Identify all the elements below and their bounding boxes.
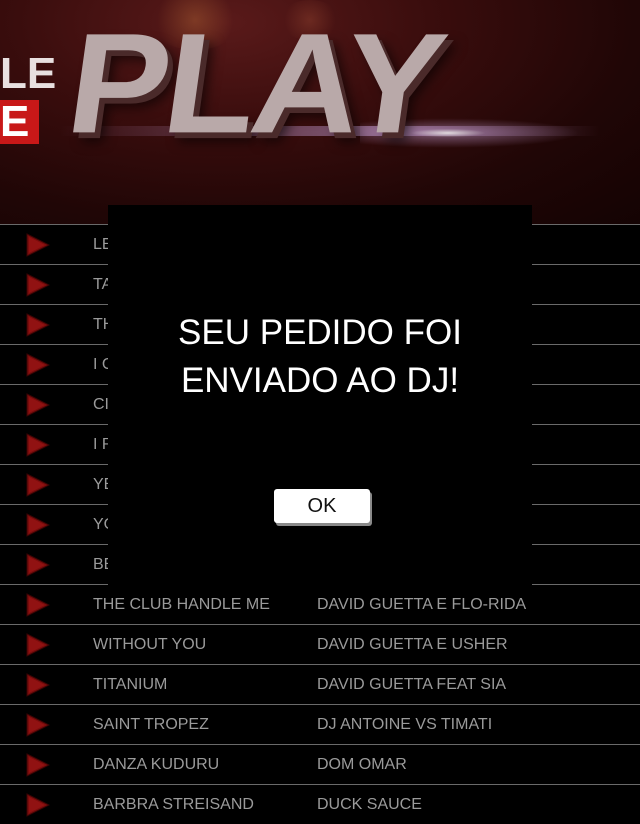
dialog-message-line1: SEU PEDIDO FOI bbox=[178, 313, 462, 352]
header-banner: LE E PLAY bbox=[0, 0, 640, 225]
song-title: THE CLUB HANDLE ME bbox=[93, 596, 270, 613]
play-icon[interactable] bbox=[26, 233, 50, 257]
song-artist: DJ ANTOINE VS TIMATI bbox=[317, 716, 493, 733]
dialog-message-line2: ENVIADO AO DJ! bbox=[180, 361, 460, 400]
song-row[interactable]: TITANIUM DAVID GUETTA FEAT SIA bbox=[0, 664, 640, 704]
play-icon[interactable] bbox=[26, 473, 50, 497]
play-icon[interactable] bbox=[26, 593, 50, 617]
song-row[interactable]: BARBRA STREISAND DUCK SAUCE bbox=[0, 784, 640, 824]
song-title: CI bbox=[93, 396, 109, 413]
logo-left-top-text: LE bbox=[0, 49, 57, 98]
song-artist: DOM OMAR bbox=[317, 756, 407, 773]
song-title: DANZA KUDURU bbox=[93, 756, 220, 773]
song-row[interactable]: SAINT TROPEZ DJ ANTOINE VS TIMATI bbox=[0, 704, 640, 744]
play-icon[interactable] bbox=[26, 273, 50, 297]
play-icon[interactable] bbox=[26, 313, 50, 337]
song-artist: DAVID GUETTA E FLO-RIDA bbox=[317, 596, 527, 613]
play-icon[interactable] bbox=[26, 673, 50, 697]
play-icon[interactable] bbox=[26, 633, 50, 657]
song-title: BARBRA STREISAND bbox=[93, 796, 254, 813]
song-title: TITANIUM bbox=[93, 676, 168, 693]
song-title: SAINT TROPEZ bbox=[93, 716, 209, 733]
song-row[interactable]: DANZA KUDURU DOM OMAR bbox=[0, 744, 640, 784]
play-icon[interactable] bbox=[26, 753, 50, 777]
play-icon[interactable] bbox=[26, 793, 50, 817]
confirmation-dialog: SEU PEDIDO FOI ENVIADO AO DJ! OK bbox=[108, 205, 532, 586]
song-artist: DUCK SAUCE bbox=[317, 796, 422, 813]
play-icon[interactable] bbox=[26, 393, 50, 417]
song-title: WITHOUT YOU bbox=[93, 636, 207, 653]
play-icon[interactable] bbox=[26, 713, 50, 737]
logo-play-text: PLAY bbox=[58, 3, 452, 163]
play-icon[interactable] bbox=[26, 433, 50, 457]
logo-left-bottom-text: E bbox=[0, 100, 40, 144]
song-artist: DAVID GUETTA E USHER bbox=[317, 636, 508, 653]
ok-button[interactable]: OK bbox=[274, 489, 370, 523]
song-row[interactable]: WITHOUT YOU DAVID GUETTA E USHER bbox=[0, 624, 640, 664]
play-icon[interactable] bbox=[26, 553, 50, 577]
song-row[interactable]: THE CLUB HANDLE ME DAVID GUETTA E FLO-RID… bbox=[0, 584, 640, 624]
song-artist: DAVID GUETTA FEAT SIA bbox=[317, 676, 507, 693]
play-icon[interactable] bbox=[26, 353, 50, 377]
play-icon[interactable] bbox=[26, 513, 50, 537]
dialog-message: SEU PEDIDO FOI ENVIADO AO DJ! bbox=[108, 309, 532, 405]
